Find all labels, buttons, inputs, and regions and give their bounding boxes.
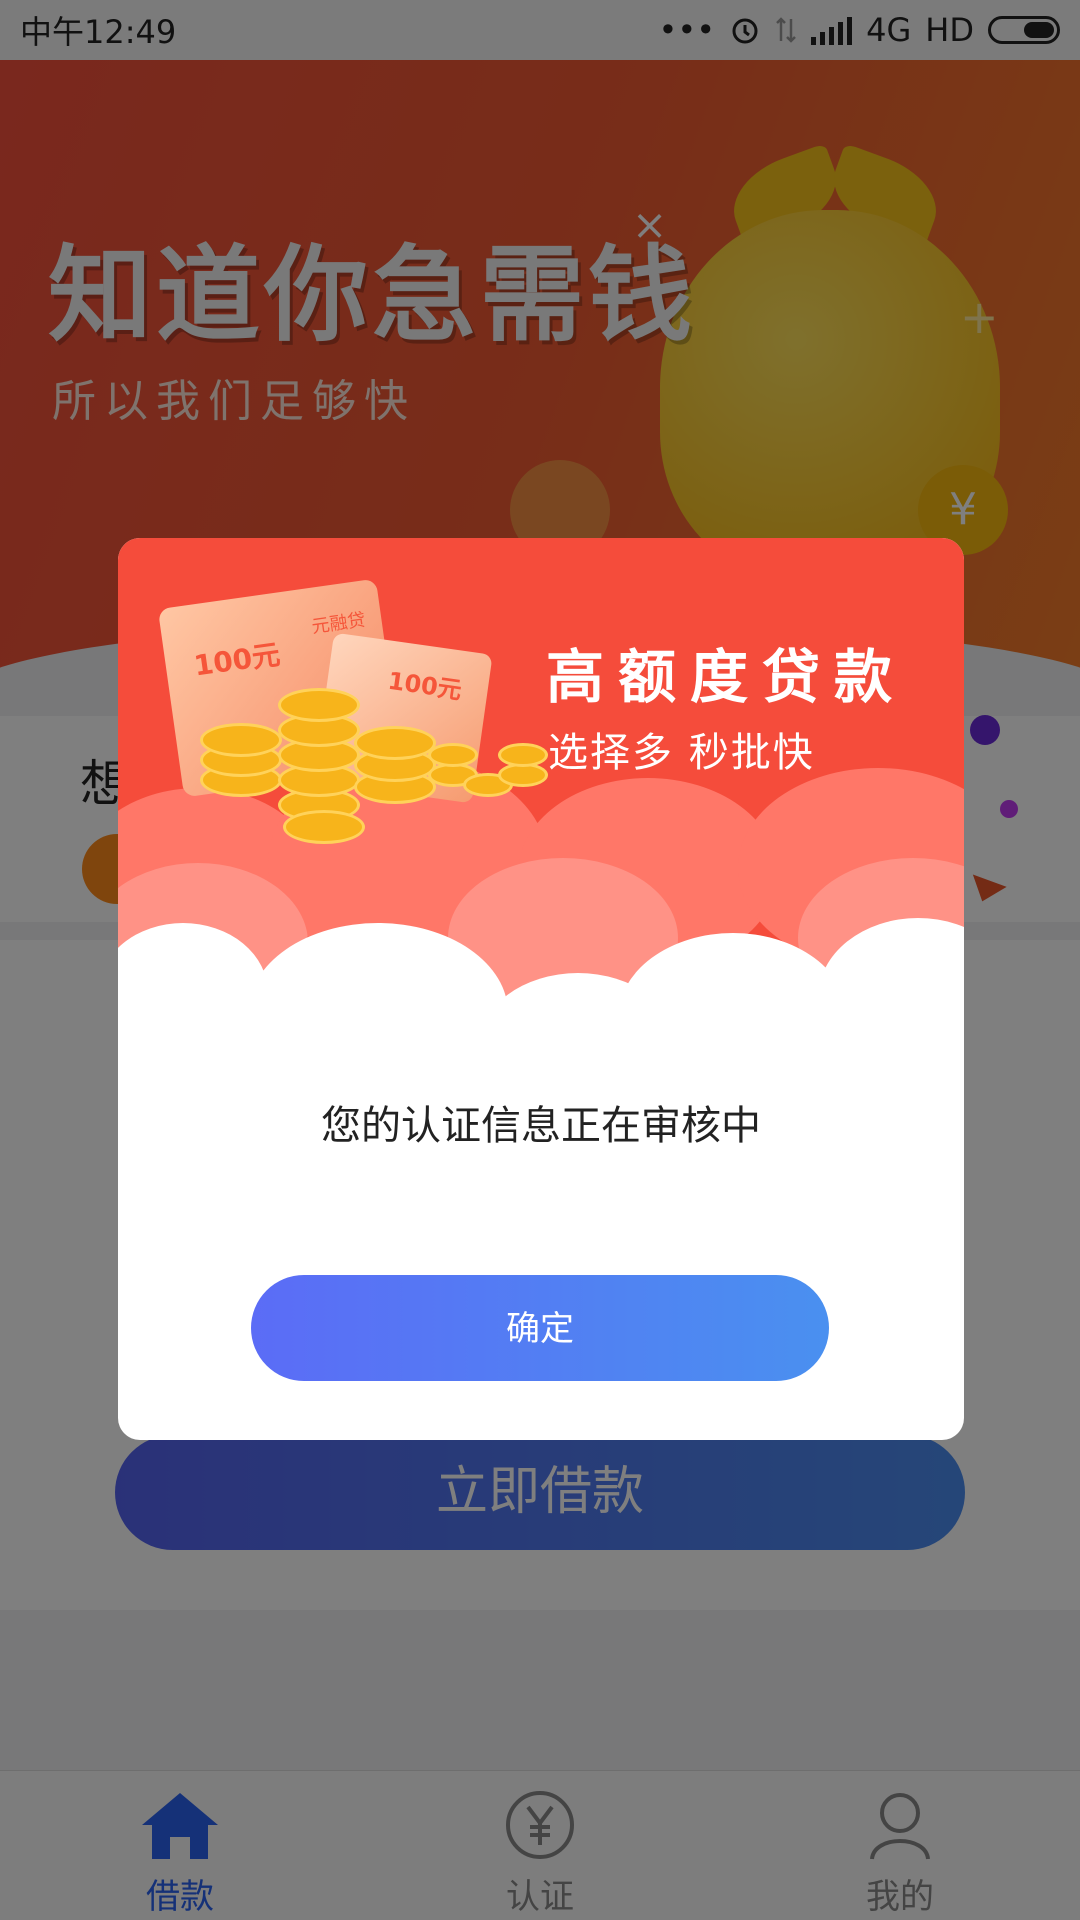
voucher-value: 100元 — [191, 637, 283, 683]
gold-coin-icon — [278, 688, 360, 722]
dialog-title: 高额度贷款 — [546, 643, 907, 711]
review-status-message: 您的认证信息正在审核中 — [321, 1103, 761, 1149]
gold-coin-icon — [354, 726, 436, 760]
gold-coin-icon — [428, 743, 478, 767]
gold-coin-icon — [200, 723, 282, 757]
voucher-value-small: 100元 — [386, 666, 464, 705]
review-status-dialog: 100元 元融贷 100元 高额度贷款 选择多 秒批快 您的认证信息正在审核中 … — [118, 538, 964, 1440]
gold-coin-icon — [498, 743, 548, 767]
confirm-button[interactable]: 确定 — [251, 1275, 829, 1381]
cloud-shape — [248, 923, 508, 1103]
cloud-shape — [618, 933, 848, 1103]
dialog-header-illustration: 100元 元融贷 100元 高额度贷款 选择多 秒批快 — [118, 538, 964, 1123]
gold-coin-icon — [283, 810, 365, 844]
dialog-subtitle: 选择多 秒批快 — [548, 730, 815, 776]
